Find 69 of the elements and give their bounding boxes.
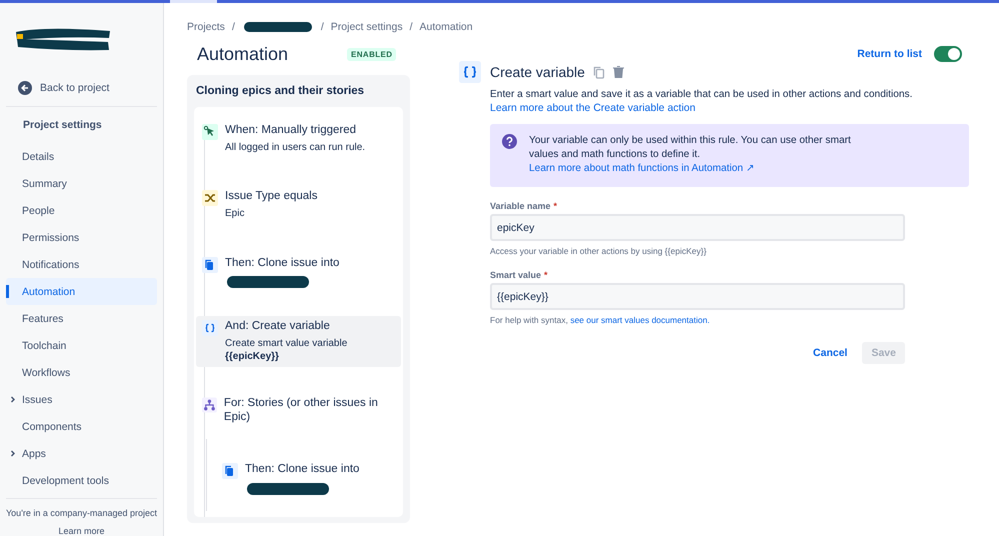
- sidebar-item[interactable]: Summary: [6, 170, 157, 197]
- editor-description: Enter a smart value and save it as a variable that can be used in other actions and conditions.: [490, 88, 914, 102]
- editor-title: Create variable: [490, 64, 585, 80]
- sidebar-item[interactable]: Workflows: [6, 359, 157, 386]
- sidebar-item[interactable]: Notifications: [6, 251, 157, 278]
- page-title: Automation: [197, 44, 290, 64]
- sidebar-item[interactable]: Features: [6, 305, 157, 332]
- braces-icon: [459, 61, 481, 83]
- step-description: Epic: [225, 208, 246, 221]
- required-mark: *: [554, 201, 558, 211]
- rule-step[interactable]: Issue Type equals Epic: [196, 186, 401, 225]
- rule-name: Cloning epics and their stories: [195, 84, 366, 99]
- sidebar-item[interactable]: Details: [6, 143, 157, 170]
- sidebar-item[interactable]: Automation: [6, 278, 157, 305]
- breadcrumb-separator: /: [232, 21, 235, 33]
- sidebar-item[interactable]: People: [6, 197, 157, 224]
- cursor-icon: [202, 124, 218, 140]
- trash-icon[interactable]: [612, 66, 624, 78]
- sidebar-item[interactable]: Permissions: [6, 224, 157, 251]
- cancel-button[interactable]: Cancel: [804, 342, 856, 364]
- copy-icon: [202, 256, 218, 273]
- sidebar-item[interactable]: Issues: [6, 386, 157, 413]
- breadcrumb-link[interactable]: Projects: [187, 21, 225, 33]
- text-field[interactable]: {{epicKey}}: [490, 283, 905, 310]
- step-description: All logged in users can run rule.: [225, 142, 366, 154]
- back-to-project-link[interactable]: Back to project: [40, 82, 110, 94]
- breadcrumb-link[interactable]: Project settings: [330, 21, 403, 33]
- return-to-list-link[interactable]: Return to list: [857, 48, 922, 60]
- braces-icon: [202, 320, 218, 336]
- required-mark: *: [544, 270, 548, 280]
- math-functions-link[interactable]: Learn more about math functions in Automation ↗: [529, 163, 754, 174]
- rule-step[interactable]: And: Create variable Create smart value variable {{epicKey}}: [196, 316, 401, 368]
- back-arrow-icon: [18, 81, 32, 95]
- copy-icon[interactable]: [592, 66, 605, 78]
- branch-icon: [202, 397, 217, 414]
- learn-more-link[interactable]: Learn more about the Create variable action: [490, 102, 696, 114]
- breadcrumb-separator: /: [410, 21, 412, 33]
- rule-step[interactable]: Then: Clone issue into: [216, 458, 401, 501]
- rule-step[interactable]: When: Manually triggered All logged in users can run rule.: [196, 120, 401, 158]
- rule-step[interactable]: For: Stories (or other issues in Epic): [196, 393, 401, 429]
- breadcrumb-separator: /: [320, 21, 324, 33]
- field-label: Variable name: [490, 201, 551, 211]
- learn-more-link[interactable]: Learn more: [58, 526, 105, 536]
- section-heading: Project settings: [22, 118, 103, 133]
- info-message: Your variable can only be used within this rule. You can use other smart values and math functions to define it. Learn more about math functions in Automation ↗: [529, 134, 852, 176]
- help-text: Access your variable in other actions by using {{epicKey}}: [490, 246, 706, 256]
- step-title: Issue Type equals: [225, 190, 318, 204]
- step-title: And: Create variable: [225, 320, 331, 334]
- sidebar-item[interactable]: Development tools: [6, 467, 157, 494]
- rule-step[interactable]: Then: Clone issue into: [196, 252, 401, 294]
- step-title: Then: Clone issue into: [245, 462, 360, 477]
- text-field[interactable]: epicKey: [490, 214, 905, 241]
- step-description: Create smart value variable {{epicKey}}: [225, 338, 348, 364]
- step-title: When: Manually triggered: [225, 124, 358, 138]
- step-title: Then: Clone issue into: [225, 256, 340, 270]
- status-badge: ENABLED: [347, 48, 396, 60]
- toggle-switch[interactable]: [934, 46, 962, 62]
- breadcrumb-link[interactable]: Automation: [420, 21, 473, 33]
- sidebar-item[interactable]: Components: [6, 413, 157, 440]
- sidebar-item[interactable]: Toolchain: [6, 332, 157, 359]
- shuffle-icon: [202, 190, 218, 206]
- field-label: Smart value: [490, 270, 542, 280]
- step-title: For: Stories (or other issues in Epic): [224, 397, 379, 425]
- footer-text: You're in a company-managed project: [6, 508, 157, 518]
- documentation-link[interactable]: see our smart values documentation.: [570, 315, 710, 325]
- sidebar-item[interactable]: Apps: [6, 440, 157, 467]
- copy-icon: [222, 462, 238, 479]
- help-text: For help with syntax, see our smart values documentation.: [490, 315, 710, 325]
- question-icon: [502, 134, 517, 149]
